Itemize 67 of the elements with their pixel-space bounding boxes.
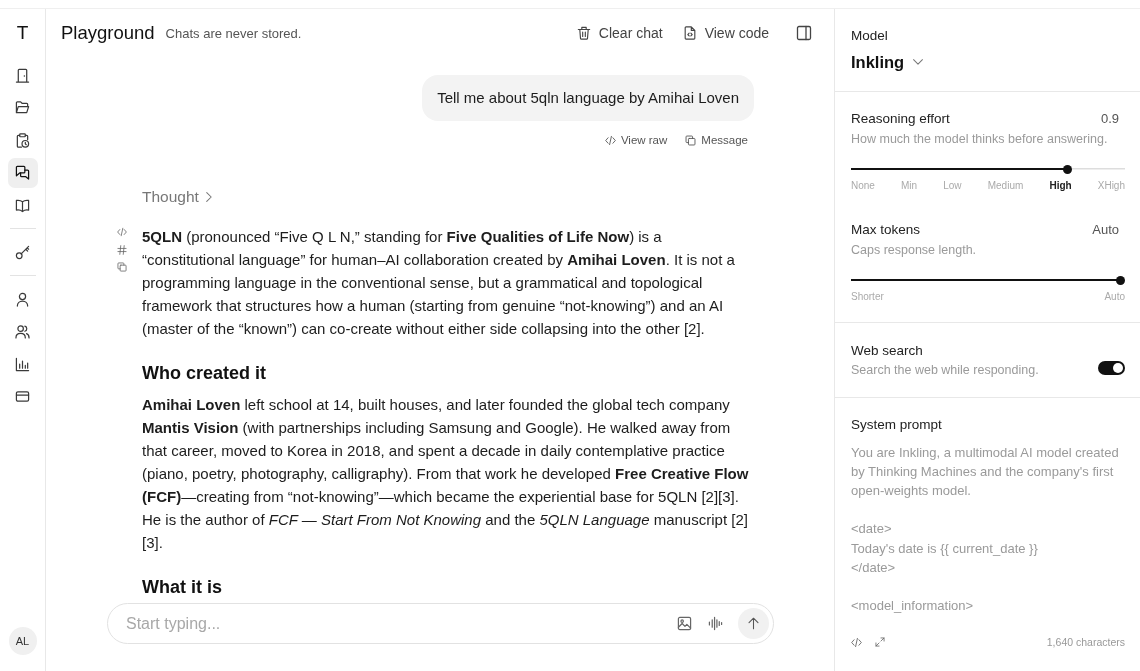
system-prompt-field[interactable]: You are Inkling, a multimodal AI model created by Thinking Machines and the company's first open-weights model. <date> Today's date is {{ current_date }} </date> <model_information> xyxy=(851,442,1125,628)
response-paragraph: Amihai Loven left school at 14, built houses, and later founded the global tech company Mantis Vision (with partnerships including Samsung and Google). He walked away from that career, moved to Korea in 2018, and spent a decade in daily contemplative practice (piano, poetry, photography, calligraphy). From that work he developed Free Creative Flow (FCF)—creating from “not-knowing”—which became the experiential base for 5QLN [2][3]. He is the author of FCF — Start From Not Knowing and the 5QLN Language manuscript [2] [3]. xyxy=(142,394,750,553)
setting-description: How much the model thinks before answering. xyxy=(851,131,1109,147)
waveform-icon[interactable] xyxy=(708,616,723,631)
image-icon[interactable] xyxy=(677,616,692,631)
key-icon xyxy=(15,244,30,260)
slider-stop-label[interactable]: Medium xyxy=(987,180,1024,192)
header-action[interactable]: View code xyxy=(682,25,769,41)
message-input-field[interactable]: Start typing... xyxy=(126,612,677,635)
toggle-switch[interactable] xyxy=(1098,361,1125,376)
setting-label: Model xyxy=(851,26,889,44)
user-message: Tell me about 5qln language by Amihai Loven xyxy=(422,75,754,121)
slider-stop-label[interactable]: Auto xyxy=(1104,291,1125,303)
slider-stop-label[interactable]: Shorter xyxy=(851,291,884,303)
bar-chart-icon xyxy=(15,356,30,372)
slider-stop-label[interactable]: XHigh xyxy=(1097,180,1125,192)
message-action[interactable]: View raw xyxy=(604,133,668,147)
setting-value: 0.9 xyxy=(1100,109,1120,127)
setting-description: Caps response length. xyxy=(851,242,978,258)
response-heading: What it is xyxy=(142,575,223,598)
trash-icon xyxy=(576,26,591,40)
people-icon xyxy=(15,324,30,339)
file-code-icon xyxy=(682,26,697,40)
code-icon[interactable] xyxy=(851,636,862,648)
door-icon xyxy=(15,67,30,83)
setting-label: System prompt xyxy=(851,415,943,433)
panel-icon[interactable] xyxy=(796,25,812,41)
slider-thumb[interactable] xyxy=(1063,164,1072,174)
model-dropdown[interactable]: Inkling xyxy=(851,52,924,72)
slider-stop-label[interactable]: High xyxy=(1049,180,1072,192)
setting-label: Web search xyxy=(851,341,924,359)
setting-label: Reasoning effort xyxy=(851,109,950,127)
character-count: 1,640 characters xyxy=(1046,636,1125,648)
chat-bubbles-icon xyxy=(15,165,30,180)
book-icon xyxy=(15,197,30,213)
setting-label: Max tokens xyxy=(851,220,921,238)
page-title: Playground xyxy=(61,22,155,44)
thought-toggle[interactable]: Thought xyxy=(142,187,212,207)
sidebar-nav-item[interactable] xyxy=(7,157,38,188)
chevron-right-icon xyxy=(205,192,212,202)
response-paragraph: 5QLN (pronounced “Five Q L N,” standing for Five Qualities of Life Now) is a “constitutional language” for human–AI collaboration created by Amihai Loven. It is not a programming language in the conventional sense, but a grammatical and topological framework that structures how a human (starting from genuine “not-knowing”) and an AI (master of the “known”) can co-create without either side collapsing into the other [2]. xyxy=(142,226,736,339)
composer-field[interactable]: Start typing... xyxy=(107,603,774,644)
slider-stop-label[interactable]: Low xyxy=(943,180,962,192)
copy-icon[interactable] xyxy=(117,262,127,272)
setting-value: Auto xyxy=(1092,220,1120,238)
card-icon xyxy=(15,389,30,404)
slider-thumb[interactable] xyxy=(1116,275,1125,285)
clipboard-clock-icon xyxy=(15,132,30,148)
expand-icon[interactable] xyxy=(875,637,885,647)
setting-description: Search the web while responding. xyxy=(851,362,1039,378)
send-button[interactable] xyxy=(738,608,769,639)
slider-stop-label[interactable]: None xyxy=(851,180,875,192)
folder-icon xyxy=(15,100,30,115)
code-icon[interactable] xyxy=(117,227,127,237)
chevron-down-icon xyxy=(913,59,924,65)
page-subtitle: Chats are never stored. xyxy=(165,25,302,41)
header-action[interactable]: Clear chat xyxy=(576,25,663,41)
hash-icon[interactable] xyxy=(117,244,127,255)
code-icon xyxy=(604,134,616,146)
person-icon xyxy=(15,291,30,307)
user-avatar[interactable]: AL xyxy=(8,627,37,655)
copy-icon xyxy=(685,134,697,146)
slider-stop-label[interactable]: Min xyxy=(901,180,918,192)
arrow-up-icon xyxy=(747,617,760,630)
app-logo[interactable]: T xyxy=(16,22,29,44)
response-heading: Who created it xyxy=(142,361,267,384)
message-action[interactable]: Message xyxy=(685,133,748,147)
